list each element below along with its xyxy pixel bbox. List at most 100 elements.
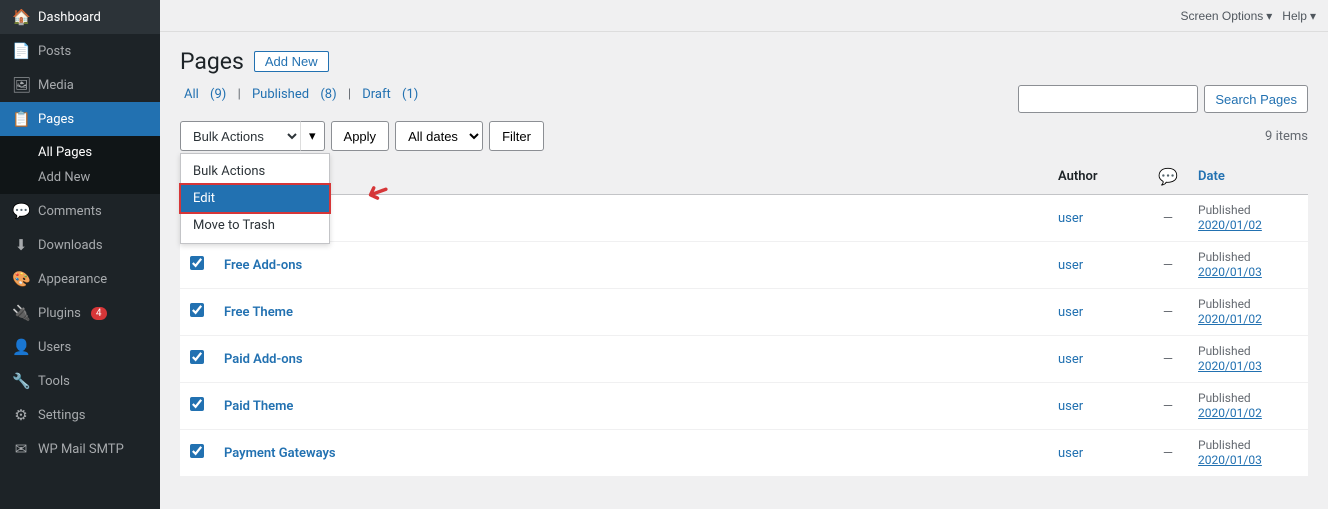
bulk-actions-wrap: Bulk Actions Edit Move to Trash ▾ Bulk A… <box>180 121 325 151</box>
items-count: 9 items <box>1265 129 1308 144</box>
bulk-chevron-button[interactable]: ▾ <box>300 121 325 151</box>
bulk-actions-select[interactable]: Bulk Actions Edit Move to Trash <box>180 121 300 151</box>
search-area: Search Pages <box>1018 85 1308 113</box>
dropdown-item-edit[interactable]: Edit ➜ <box>181 185 329 212</box>
wpmail-icon: ✉ <box>12 440 30 458</box>
author-link[interactable]: user <box>1058 446 1083 461</box>
row-title: Free Theme <box>214 289 1048 336</box>
users-icon: 👤 <box>12 338 30 356</box>
row-date: Published 2020/01/03 <box>1188 242 1308 289</box>
row-cb <box>180 242 214 289</box>
posts-icon: 📄 <box>12 42 30 60</box>
filter-all-link[interactable]: All (9) <box>180 87 234 102</box>
row-date: Published 2020/01/02 <box>1188 289 1308 336</box>
apply-button[interactable]: Apply <box>331 121 390 151</box>
sidebar-item-label: Posts <box>38 44 71 59</box>
sidebar-item-wpmail[interactable]: ✉ WP Mail SMTP <box>0 432 160 466</box>
sidebar-item-appearance[interactable]: 🎨 Appearance <box>0 262 160 296</box>
pages-icon: 📋 <box>12 110 30 128</box>
date-link[interactable]: 2020/01/02 <box>1198 406 1262 420</box>
row-checkbox[interactable] <box>190 303 204 317</box>
date-link[interactable]: 2020/01/03 <box>1198 359 1262 373</box>
row-checkbox[interactable] <box>190 350 204 364</box>
page-title-link[interactable]: Free Theme <box>224 305 293 320</box>
add-new-button[interactable]: Add New <box>254 51 329 72</box>
sidebar-item-label: WP Mail SMTP <box>38 442 124 457</box>
author-link[interactable]: user <box>1058 352 1083 367</box>
comment-dash: — <box>1163 211 1173 226</box>
row-title: Paid Add-ons <box>214 336 1048 383</box>
sidebar-item-posts[interactable]: 📄 Posts <box>0 34 160 68</box>
media-icon: 🖼 <box>12 76 30 94</box>
page-title-link[interactable]: Paid Add-ons <box>224 352 303 367</box>
search-pages-button[interactable]: Search Pages <box>1204 85 1308 113</box>
comment-dash: — <box>1163 399 1173 414</box>
page-title-link[interactable]: Paid Theme <box>224 399 293 414</box>
author-link[interactable]: user <box>1058 305 1083 320</box>
row-comments: — <box>1148 242 1188 289</box>
author-link[interactable]: user <box>1058 258 1083 273</box>
sidebar-item-dashboard[interactable]: 🏠 Dashboard <box>0 0 160 34</box>
date-link[interactable]: 2020/01/03 <box>1198 453 1262 467</box>
col-header-date[interactable]: Date <box>1188 159 1308 195</box>
row-comments: — <box>1148 195 1188 242</box>
date-link[interactable]: 2020/01/02 <box>1198 312 1262 326</box>
sidebar-item-tools[interactable]: 🔧 Tools <box>0 364 160 398</box>
sidebar-item-label: Tools <box>38 374 70 389</box>
sidebar-item-media[interactable]: 🖼 Media <box>0 68 160 102</box>
help-button[interactable]: Help ▾ <box>1282 9 1316 23</box>
add-new-label: Add New <box>38 170 90 185</box>
sidebar-item-plugins[interactable]: 🔌 Plugins 4 <box>0 296 160 330</box>
sidebar-item-pages[interactable]: 📋 Pages <box>0 102 160 136</box>
help-chevron-icon: ▾ <box>1310 9 1316 23</box>
row-checkbox[interactable] <box>190 256 204 270</box>
filter-published-link[interactable]: Published (8) <box>248 87 344 102</box>
date-status: Published <box>1198 344 1251 358</box>
screen-options-chevron-icon: ▾ <box>1266 9 1272 23</box>
pages-submenu: All Pages Add New <box>0 136 160 194</box>
dropdown-item-move-to-trash[interactable]: Move to Trash <box>181 212 329 239</box>
search-input[interactable] <box>1018 85 1198 113</box>
page-title-link[interactable]: Free Add-ons <box>224 258 302 273</box>
table-row: Free Add-ons user — Published 2020/01/03 <box>180 242 1308 289</box>
sidebar-sub-all-pages[interactable]: All Pages <box>0 140 160 165</box>
screen-options-button[interactable]: Screen Options ▾ <box>1181 9 1273 23</box>
row-cb <box>180 289 214 336</box>
author-link[interactable]: user <box>1058 211 1083 226</box>
date-link[interactable]: 2020/01/03 <box>1198 265 1262 279</box>
date-status: Published <box>1198 297 1251 311</box>
settings-icon: ⚙ <box>12 406 30 424</box>
page-title-link[interactable]: Payment Gateways <box>224 446 336 461</box>
table-row: Paid Add-ons user — Published 2020/01/03 <box>180 336 1308 383</box>
row-title: Add-ons <box>214 195 1048 242</box>
filter-draft-link[interactable]: Draft (1) <box>358 87 422 102</box>
plugins-icon: 🔌 <box>12 304 30 322</box>
row-checkbox[interactable] <box>190 397 204 411</box>
table-row: Paid Theme user — Published 2020/01/02 <box>180 383 1308 430</box>
col-header-comments: 💬 <box>1148 159 1188 195</box>
date-filter-select[interactable]: All dates <box>395 121 483 151</box>
help-label: Help <box>1282 9 1307 23</box>
row-checkbox[interactable] <box>190 444 204 458</box>
row-author: user <box>1048 430 1148 477</box>
sidebar-item-comments[interactable]: 💬 Comments <box>0 194 160 228</box>
dashboard-icon: 🏠 <box>12 8 30 26</box>
sidebar: 🏠 Dashboard 📄 Posts 🖼 Media 📋 Pages All … <box>0 0 160 509</box>
author-link[interactable]: user <box>1058 399 1083 414</box>
sidebar-sub-add-new[interactable]: Add New <box>0 165 160 190</box>
tools-icon: 🔧 <box>12 372 30 390</box>
dropdown-item-bulk-actions[interactable]: Bulk Actions <box>181 158 329 185</box>
row-author: user <box>1048 336 1148 383</box>
filter-links: All (9) | Published (8) | Draft (1) <box>180 87 422 102</box>
row-comments: — <box>1148 430 1188 477</box>
downloads-icon: ⬇ <box>12 236 30 254</box>
pages-table: Title Author 💬 Date <box>180 159 1308 477</box>
filter-button[interactable]: Filter <box>489 121 544 151</box>
sidebar-item-settings[interactable]: ⚙ Settings <box>0 398 160 432</box>
table-row: Payment Gateways user — Published 2020/0… <box>180 430 1308 477</box>
date-link[interactable]: 2020/01/02 <box>1198 218 1262 232</box>
sidebar-item-downloads[interactable]: ⬇ Downloads <box>0 228 160 262</box>
row-title: Payment Gateways <box>214 430 1048 477</box>
sidebar-item-users[interactable]: 👤 Users <box>0 330 160 364</box>
row-title: Paid Theme <box>214 383 1048 430</box>
